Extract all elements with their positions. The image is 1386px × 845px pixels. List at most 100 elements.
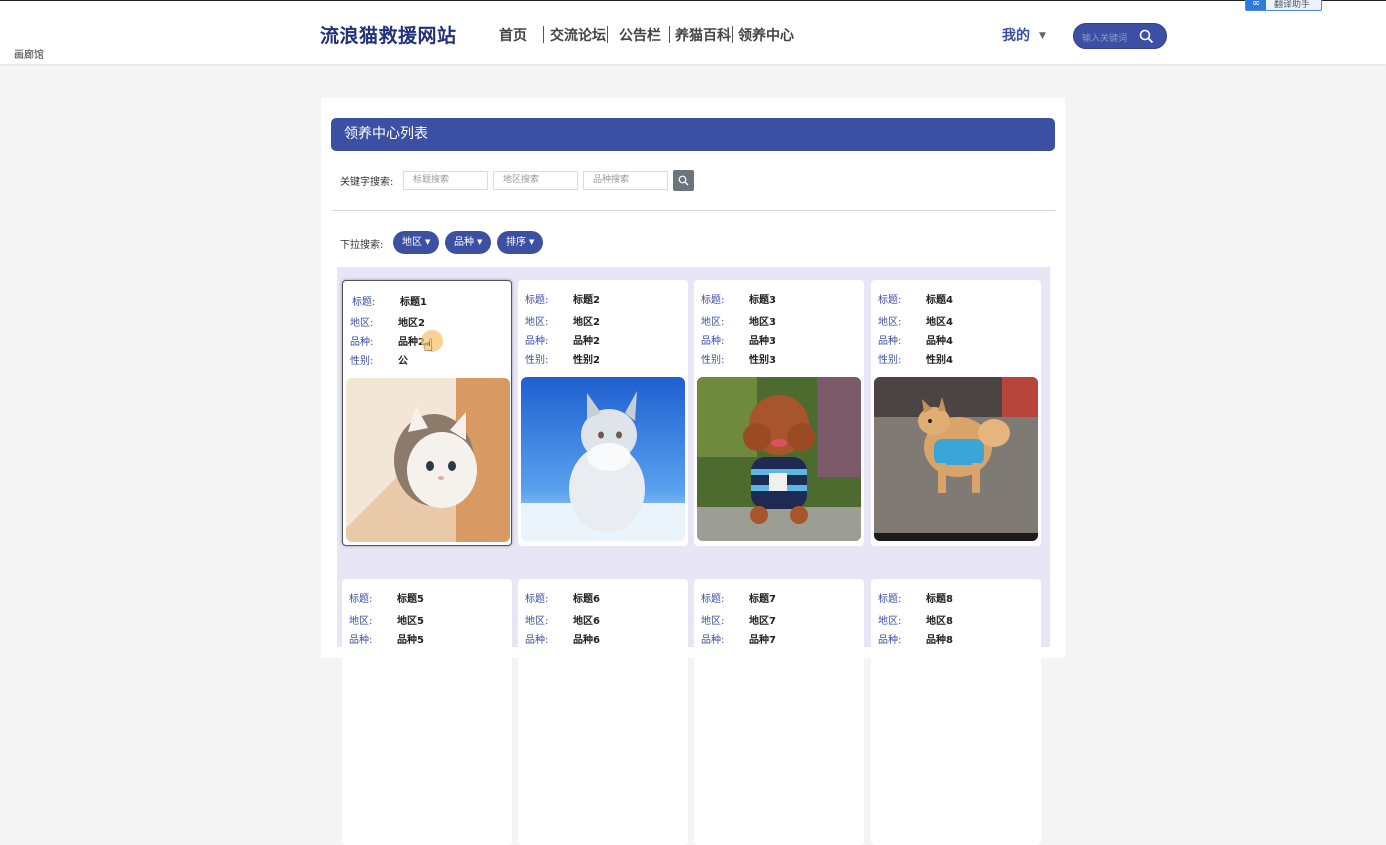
- panel-title: 领养中心列表: [331, 118, 1055, 151]
- field-label: 标题:: [352, 297, 376, 308]
- card-region-row: 地区: 地区4: [878, 313, 953, 328]
- field-label: 品种:: [525, 336, 549, 347]
- card-title-row: 标题: 标题1: [352, 293, 427, 308]
- card-breed: 品种5: [397, 635, 424, 646]
- card-title: 标题8: [926, 594, 953, 605]
- adoption-card[interactable]: 标题: 标题4 地区: 地区4 品种: 品种4 性别: 性别4: [871, 280, 1041, 546]
- caret-down-icon: ▼: [477, 238, 483, 246]
- field-label: 标题:: [349, 594, 373, 605]
- region-search-input[interactable]: 地区搜索: [493, 171, 578, 190]
- sort-dropdown[interactable]: 排序 ▼: [497, 231, 544, 254]
- header-search-placeholder: 输入关键词: [1082, 34, 1128, 44]
- adoption-card[interactable]: 标题: 标题5 地区: 地区5 品种: 品种5: [342, 579, 512, 845]
- field-label: 性别:: [701, 355, 725, 366]
- breed-search-input[interactable]: 品种搜索: [583, 171, 668, 190]
- card-title: 标题6: [573, 594, 600, 605]
- keyword-search-label: 关键字搜索:: [340, 177, 394, 188]
- nav-separator: [543, 26, 544, 43]
- card-breed-row: 品种: 品种5: [349, 631, 424, 646]
- card-title-row: 标题: 标题3: [701, 291, 776, 306]
- region-dropdown[interactable]: 地区 ▼: [393, 231, 440, 254]
- card-title-row: 标题: 标题2: [525, 291, 600, 306]
- adoption-card[interactable]: 标题: 标题8 地区: 地区8 品种: 品种8: [871, 579, 1041, 845]
- card-region-row: 地区: 地区6: [525, 612, 600, 627]
- adoption-card[interactable]: 标题: 标题3 地区: 地区3 品种: 品种3 性别: 性别3: [694, 280, 864, 546]
- card-breed: 品种8: [926, 635, 953, 646]
- card-gender: 性别2: [573, 355, 600, 366]
- nav-item-cat-wiki[interactable]: 养猫百科: [675, 25, 731, 45]
- card-breed-row: 品种: 品种8: [878, 631, 953, 646]
- card-gender-row: 性别: 性别2: [525, 351, 600, 366]
- field-label: 性别:: [878, 355, 902, 366]
- card-region-row: 地区: 地区7: [701, 612, 776, 627]
- caret-down-icon: ▼: [1039, 31, 1046, 41]
- card-gender-row: 性别: 公: [350, 352, 408, 367]
- site-brand[interactable]: 流浪猫救援网站: [320, 21, 457, 48]
- field-label: 品种:: [701, 635, 725, 646]
- caret-down-icon: ▼: [425, 238, 431, 246]
- breed-dropdown-label: 品种: [454, 237, 474, 248]
- user-menu-label: 我的: [1002, 28, 1030, 44]
- field-label: 地区:: [525, 616, 549, 627]
- card-title: 标题1: [400, 297, 427, 308]
- nav-item-forum[interactable]: 交流论坛: [550, 25, 606, 45]
- nav-item-adoption-center[interactable]: 领养中心: [738, 25, 794, 45]
- field-label: 地区:: [701, 317, 725, 328]
- field-label: 品种:: [878, 336, 902, 347]
- poodle-photo[interactable]: [697, 377, 861, 541]
- card-breed-row: 品种: 品种2: [350, 333, 425, 348]
- search-icon[interactable]: [1139, 29, 1154, 44]
- field-label: 性别:: [350, 356, 374, 367]
- adoption-card[interactable]: 标题: 标题7 地区: 地区7 品种: 品种7: [694, 579, 864, 845]
- card-breed-row: 品种: 品种7: [701, 631, 776, 646]
- caret-down-icon: ▼: [529, 238, 535, 246]
- card-breed: 品种4: [926, 336, 953, 347]
- adoption-card[interactable]: 标题: 标题2 地区: 地区2 品种: 品种2 性别: 性别2: [518, 280, 688, 546]
- card-region-row: 地区: 地区3: [701, 313, 776, 328]
- field-label: 品种:: [525, 635, 549, 646]
- breed-dropdown[interactable]: 品种 ▼: [445, 231, 492, 254]
- nav-item-notice-board[interactable]: 公告栏: [619, 25, 661, 45]
- card-region: 地区7: [749, 616, 776, 627]
- card-region-row: 地区: 地区5: [349, 612, 424, 627]
- adoption-card[interactable]: 标题: 标题1 地区: 地区2 品种: 品种2 性别: 公: [342, 280, 512, 546]
- card-gender-row: 性别: 性别3: [701, 351, 776, 366]
- card-title-row: 标题: 标题5: [349, 590, 424, 605]
- search-button[interactable]: [673, 170, 694, 191]
- field-label: 标题:: [878, 295, 902, 306]
- search-icon: [678, 175, 689, 186]
- card-title-row: 标题: 标题6: [525, 590, 600, 605]
- card-title: 标题2: [573, 295, 600, 306]
- dropdown-search-label: 下拉搜索:: [340, 240, 384, 251]
- card-title: 标题7: [749, 594, 776, 605]
- field-label: 性别:: [525, 355, 549, 366]
- card-title-row: 标题: 标题4: [878, 291, 953, 306]
- nav-item-home[interactable]: 首页: [499, 25, 527, 45]
- fluffy-cat-photo[interactable]: [521, 377, 685, 541]
- field-label: 地区:: [878, 616, 902, 627]
- card-breed: 品种7: [749, 635, 776, 646]
- field-label: 标题:: [525, 594, 549, 605]
- user-menu-dropdown[interactable]: 我的 ▼: [1002, 25, 1046, 45]
- field-label: 地区:: [349, 616, 373, 627]
- translate-widget[interactable]: ∞ 翻译助手: [1245, 0, 1322, 11]
- card-breed-row: 品种: 品种2: [525, 332, 600, 347]
- card-region-row: 地区: 地区2: [350, 314, 425, 329]
- top-header: 画廊馆 流浪猫救援网站 首页 交流论坛 公告栏 养猫百科 领养中心 我的 ▼ 输入…: [0, 0, 1386, 64]
- header-search-box[interactable]: 输入关键词: [1073, 23, 1167, 49]
- card-breed: 品种2: [573, 336, 600, 347]
- card-breed-row: 品种: 品种3: [701, 332, 776, 347]
- title-search-input[interactable]: 标题搜索: [403, 171, 488, 190]
- card-region: 地区2: [398, 318, 425, 329]
- nav-separator: [669, 26, 670, 43]
- field-label: 地区:: [701, 616, 725, 627]
- white-kitten-photo[interactable]: [346, 378, 510, 542]
- card-region: 地区3: [749, 317, 776, 328]
- adoption-card[interactable]: 标题: 标题6 地区: 地区6 品种: 品种6: [518, 579, 688, 845]
- region-dropdown-label: 地区: [402, 237, 422, 248]
- pomeranian-photo[interactable]: [874, 377, 1038, 541]
- card-title: 标题5: [397, 594, 424, 605]
- translate-icon: ∞: [1246, 0, 1266, 10]
- field-label: 标题:: [525, 295, 549, 306]
- card-region: 地区5: [397, 616, 424, 627]
